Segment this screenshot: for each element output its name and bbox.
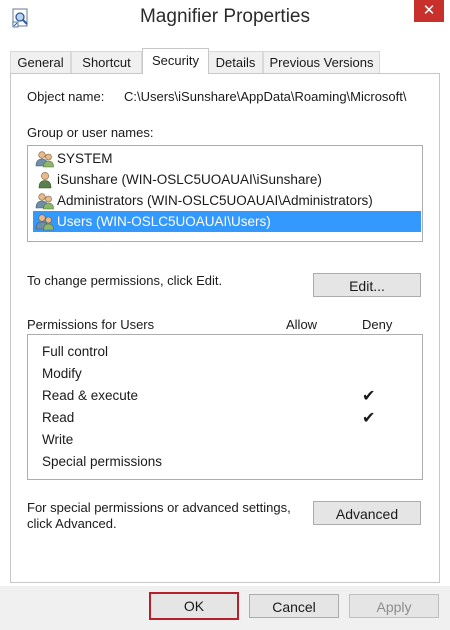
permission-name: Special permissions <box>42 454 163 469</box>
permissions-label: Permissions for Users <box>27 317 155 332</box>
permission-row: Full control <box>42 341 417 363</box>
advanced-hint-line1: For special permissions or advanced sett… <box>27 500 291 515</box>
permissions-list[interactable]: Full control Modify Read & execute ✔ Rea… <box>27 334 423 480</box>
user-icon <box>38 172 52 189</box>
allow-column-header: Allow <box>286 317 318 332</box>
group-name: SYSTEM <box>57 151 113 166</box>
permission-row: Read & execute ✔ <box>42 385 417 407</box>
tab-general[interactable]: General <box>10 51 71 73</box>
permission-row: Write <box>42 429 417 451</box>
tab-shortcut[interactable]: Shortcut <box>71 51 142 73</box>
apply-button[interactable]: Apply <box>349 594 439 618</box>
deny-column-header: Deny <box>362 317 393 332</box>
deny-check-icon: ✔ <box>362 386 376 405</box>
tab-details[interactable]: Details <box>208 51 263 73</box>
edit-button[interactable]: Edit... <box>313 273 421 297</box>
tab-strip: General Shortcut Security Details Previo… <box>10 48 440 74</box>
permission-name: Read & execute <box>42 388 139 403</box>
advanced-button[interactable]: Advanced <box>313 501 421 525</box>
list-item[interactable]: SYSTEM <box>33 148 421 169</box>
group-user-list[interactable]: SYSTEM iSunshare (WIN-OSLC5UOAUAI\iSunsh… <box>27 145 423 242</box>
title-bar: Magnifier Properties ✕ <box>0 0 450 38</box>
window-title: Magnifier Properties <box>139 6 311 27</box>
deny-check-icon: ✔ <box>362 408 376 427</box>
change-permissions-hint: To change permissions, click Edit. <box>27 273 223 288</box>
permission-name: Read <box>42 410 75 425</box>
list-item-selected[interactable]: Users (WIN-OSLC5UOAUAI\Users) <box>33 211 421 232</box>
ok-button[interactable]: OK <box>149 592 239 620</box>
users-group-icon <box>35 193 54 210</box>
permission-name: Full control <box>42 344 109 359</box>
group-name: Users (WIN-OSLC5UOAUAI\Users) <box>57 214 271 229</box>
permission-row: Modify <box>42 363 417 385</box>
object-name-label: Object name: <box>27 89 105 104</box>
advanced-hint-line2: click Advanced. <box>27 516 117 531</box>
close-icon: ✕ <box>422 2 436 19</box>
properties-dialog: Magnifier Properties ✕ General Shortcut … <box>0 0 450 630</box>
group-name: iSunshare (WIN-OSLC5UOAUAI\iSunshare) <box>57 172 322 187</box>
close-button[interactable]: ✕ <box>414 0 444 22</box>
cancel-button[interactable]: Cancel <box>249 594 339 618</box>
list-item[interactable]: Administrators (WIN-OSLC5UOAUAI\Administ… <box>33 190 421 211</box>
tab-previous-versions[interactable]: Previous Versions <box>263 51 380 73</box>
group-names-label: Group or user names: <box>27 125 154 140</box>
tab-security[interactable]: Security <box>142 48 209 74</box>
users-group-icon <box>35 151 54 168</box>
users-group-icon <box>35 214 54 231</box>
permission-row: Read ✔ <box>42 407 417 429</box>
list-item[interactable]: iSunshare (WIN-OSLC5UOAUAI\iSunshare) <box>33 169 421 190</box>
group-name: Administrators (WIN-OSLC5UOAUAI\Administ… <box>57 193 373 208</box>
permission-name: Write <box>42 432 74 447</box>
permission-name: Modify <box>42 366 82 381</box>
permission-row: Special permissions <box>42 451 417 473</box>
object-name-value: C:\Users\iSunshare\AppData\Roaming\Micro… <box>124 89 407 104</box>
